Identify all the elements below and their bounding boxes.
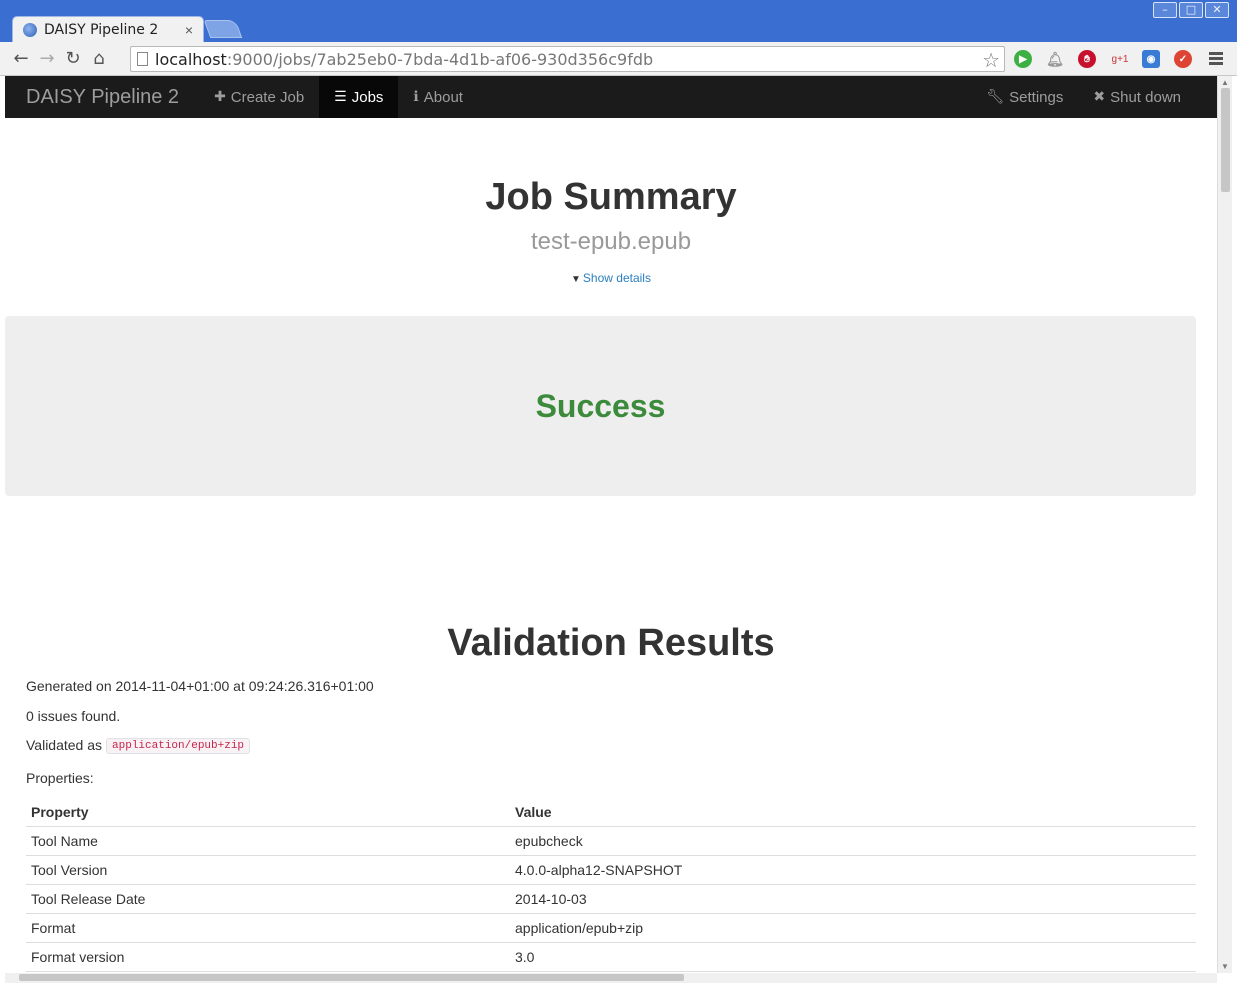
column-header-property: Property: [26, 798, 510, 827]
reload-icon[interactable]: ↻: [60, 46, 86, 72]
plus-icon: ✚: [214, 89, 226, 105]
validated-as-code: application/epub+zip: [106, 738, 251, 755]
page-content: Job Summary test-epub.epub ▼ Show details…: [5, 118, 1217, 973]
close-icon: ✖: [1093, 89, 1106, 105]
validated-as-label: Validated as: [26, 737, 103, 753]
job-summary-title: Job Summary: [485, 176, 737, 218]
new-tab-button[interactable]: [203, 20, 243, 38]
vertical-scroll-thumb[interactable]: [1221, 88, 1230, 192]
lastpass-icon[interactable]: ✓: [1174, 50, 1192, 68]
nav-about[interactable]: ℹ About: [398, 76, 478, 118]
table-header-row: Property Value: [26, 798, 1196, 827]
nav-about-label: About: [423, 88, 463, 106]
value-cell: 4.0.0-alpha12-SNAPSHOT: [510, 855, 1196, 885]
property-cell: Tool Name: [26, 826, 510, 856]
google-plus-icon[interactable]: g+1: [1108, 50, 1132, 68]
nav-settings-label: Settings: [1009, 88, 1064, 106]
back-icon[interactable]: ←: [8, 46, 34, 72]
vertical-scrollbar[interactable]: ▲ ▼: [1217, 76, 1232, 973]
bell-icon[interactable]: 🔔︎: [1046, 50, 1064, 68]
property-cell: Tool Release Date: [26, 884, 510, 914]
generated-on-text: Generated on 2014-11-04+01:00 at 09:24:2…: [26, 678, 374, 694]
chrome-menu-icon[interactable]: [1209, 52, 1223, 67]
job-status: Success: [535, 387, 666, 424]
daisy-favicon-icon: [23, 22, 37, 37]
column-header-value: Value: [510, 798, 1196, 827]
wrench-icon: 🔧︎: [986, 89, 1005, 105]
app-navbar: DAISY Pipeline 2 ✚ Create Job ☰ Jobs ℹ A…: [5, 76, 1217, 118]
list-icon: ☰: [334, 89, 347, 105]
browser-titlebar: – □ ✕ DAISY Pipeline 2 ×: [0, 0, 1237, 42]
url-host: localhost: [155, 49, 227, 69]
url-path: :9000/jobs/7ab25eb0-7bda-4d1b-af06-930d3…: [226, 49, 654, 69]
table-row: Format version 3.0: [26, 942, 1196, 972]
nav-create-job-label: Create Job: [230, 88, 305, 106]
bookmark-star-icon[interactable]: ☆: [982, 48, 1000, 73]
table-row: Tool Release Date 2014-10-03: [26, 884, 1196, 914]
job-status-panel: Success: [5, 316, 1196, 496]
nav-settings[interactable]: 🔧︎ Settings: [971, 76, 1078, 118]
browser-tab[interactable]: DAISY Pipeline 2 ×: [12, 16, 204, 42]
nav-create-job[interactable]: ✚ Create Job: [199, 76, 319, 118]
job-file-name: test-epub.epub: [530, 228, 692, 255]
horizontal-scroll-thumb[interactable]: [19, 974, 684, 981]
value-cell: 3.0: [510, 942, 1196, 972]
maximize-icon[interactable]: □: [1179, 2, 1203, 18]
nav-shut-down-label: Shut down: [1110, 88, 1181, 106]
show-details-label: Show details: [582, 271, 651, 285]
address-bar[interactable]: localhost:9000/jobs/7ab25eb0-7bda-4d1b-a…: [130, 46, 1005, 72]
nav-jobs[interactable]: ☰ Jobs: [319, 76, 399, 118]
brand[interactable]: DAISY Pipeline 2: [26, 86, 179, 109]
table-row: Tool Version 4.0.0-alpha12-SNAPSHOT: [26, 855, 1196, 885]
value-cell: 2014-10-03: [510, 884, 1196, 914]
browser-toolbar: ← → ↻ ⌂ localhost:9000/jobs/7ab25eb0-7bd…: [0, 42, 1237, 76]
home-icon[interactable]: ⌂: [86, 46, 112, 72]
minimize-icon[interactable]: –: [1153, 2, 1177, 18]
tab-close-icon[interactable]: ×: [185, 22, 193, 38]
table-row: Format application/epub+zip: [26, 913, 1196, 943]
scroll-down-icon[interactable]: ▼: [1221, 962, 1229, 971]
play-extension-icon[interactable]: ▶: [1014, 50, 1032, 68]
properties-label: Properties:: [26, 770, 94, 786]
value-cell: epubcheck: [510, 826, 1196, 856]
horizontal-scrollbar[interactable]: [5, 973, 1217, 983]
properties-table: Property Value Tool Name epubcheck Tool …: [26, 798, 1196, 972]
property-cell: Tool Version: [26, 855, 510, 885]
close-window-icon[interactable]: ✕: [1205, 2, 1229, 18]
forward-icon[interactable]: →: [34, 46, 60, 72]
tab-title: DAISY Pipeline 2: [44, 21, 159, 38]
info-icon: ℹ: [413, 89, 419, 105]
adblock-icon[interactable]: ✋︎: [1078, 50, 1096, 68]
issues-count-text: 0 issues found.: [26, 708, 121, 724]
validated-as-line: Validated as application/epub+zip: [26, 737, 251, 755]
table-row: Tool Name epubcheck: [26, 826, 1196, 856]
window-controls: – □ ✕: [1153, 2, 1229, 18]
property-cell: Format version: [26, 942, 510, 972]
property-cell: Format: [26, 913, 510, 943]
scroll-up-icon[interactable]: ▲: [1221, 78, 1229, 87]
camera-extension-icon[interactable]: ◉: [1142, 50, 1160, 68]
page-icon: [137, 52, 148, 66]
nav-jobs-label: Jobs: [351, 88, 384, 106]
nav-shut-down[interactable]: ✖ Shut down: [1078, 76, 1196, 118]
value-cell: application/epub+zip: [510, 913, 1196, 943]
chevron-down-icon: ▼: [571, 274, 581, 285]
validation-results-title: Validation Results: [447, 622, 775, 664]
show-details-link[interactable]: ▼ Show details: [5, 271, 1217, 285]
